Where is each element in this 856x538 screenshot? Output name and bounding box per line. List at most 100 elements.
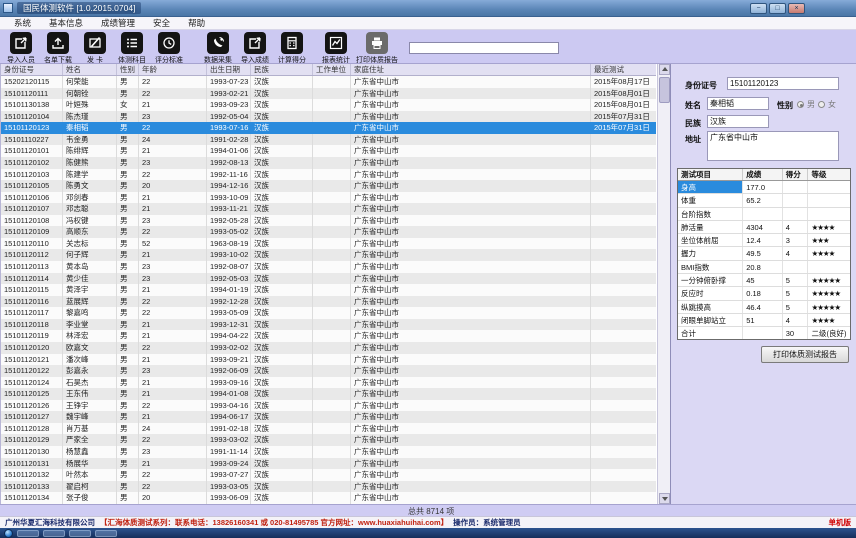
- table-row[interactable]: 15101120121潘次峰男211993-09-21汉族广东省中山市: [1, 354, 656, 366]
- table-row[interactable]: 15101120108冯权键男231992-05-28汉族广东省中山市: [1, 215, 656, 227]
- table-cell: [313, 481, 351, 493]
- table-row[interactable]: 15101120124石昊杰男211993-09-16汉族广东省中山市: [1, 377, 656, 389]
- table-row[interactable]: 15101120110关志标男521963-08-19汉族广东省中山市: [1, 238, 656, 250]
- table-row[interactable]: 15101120126王铮宇男221993-04-16汉族广东省中山市: [1, 400, 656, 412]
- table-row[interactable]: 15101120104陈杰瑾男231992-05-04汉族广东省中山市2015年…: [1, 111, 656, 123]
- scroll-up-icon[interactable]: [659, 64, 670, 75]
- test-row[interactable]: 体重65.2: [678, 194, 850, 207]
- table-cell: 广东省中山市: [351, 423, 591, 435]
- menu-item[interactable]: 安全: [144, 17, 179, 29]
- test-row[interactable]: 身高177.0: [678, 181, 850, 194]
- table-row[interactable]: 15101120109高顺东男221993-05-02汉族广东省中山市: [1, 226, 656, 238]
- search-input[interactable]: [409, 42, 559, 54]
- table-cell: 1993-05-02: [207, 226, 251, 238]
- column-header[interactable]: 性别: [117, 64, 139, 75]
- print-test-report-button[interactable]: 打印体质测试报告: [761, 346, 849, 363]
- table-row[interactable]: 15202120115何荣能男221993-07-23汉族广东省中山市2015年…: [1, 76, 656, 88]
- list-download-button[interactable]: 名单下载: [41, 32, 75, 65]
- id-field[interactable]: 15101120123: [727, 77, 839, 90]
- import-person-button[interactable]: 导入人员: [4, 32, 38, 65]
- gender-male-radio[interactable]: [797, 101, 804, 108]
- scoring-standard-button[interactable]: 评分标准: [152, 32, 186, 65]
- table-row[interactable]: 15101120127魏宇峰男211994-06-17汉族广东省中山市: [1, 411, 656, 423]
- column-header[interactable]: 姓名: [63, 64, 117, 75]
- test-row[interactable]: 肺活量43044★★★★: [678, 221, 850, 234]
- test-row[interactable]: BMI指数20.8: [678, 261, 850, 274]
- test-row[interactable]: 坐位体前屈12.43★★★: [678, 234, 850, 247]
- address-field[interactable]: 广东省中山市: [707, 131, 839, 161]
- table-row[interactable]: 15101130138叶姮殊女211993-09-23汉族广东省中山市2015年…: [1, 99, 656, 111]
- minimize-button[interactable]: −: [750, 3, 767, 14]
- gender-female-radio[interactable]: [818, 101, 825, 108]
- table-row[interactable]: 15101120101陈绯辉男211994-01-06汉族广东省中山市: [1, 145, 656, 157]
- table-cell: [591, 273, 654, 285]
- taskbar-item[interactable]: [95, 530, 117, 537]
- test-row[interactable]: 纵跳摸高46.45★★★★★: [678, 301, 850, 314]
- menu-item[interactable]: 成绩管理: [92, 17, 144, 29]
- table-row[interactable]: 15101120123秦相韬男221993-07-16汉族广东省中山市2015年…: [1, 122, 656, 134]
- start-orb-icon[interactable]: [4, 529, 13, 538]
- scroll-down-icon[interactable]: [659, 493, 670, 504]
- table-row[interactable]: 15101120105陈勇文男201994-12-16汉族广东省中山市: [1, 180, 656, 192]
- table-row[interactable]: 15101120130杨慧鑫男231991-11-14汉族广东省中山市: [1, 446, 656, 458]
- table-row[interactable]: 15101120116蓝展辉男221992-12-28汉族广东省中山市: [1, 296, 656, 308]
- table-row[interactable]: 15101120103陈建学男221992-11-16汉族广东省中山市: [1, 169, 656, 181]
- menu-item[interactable]: 基本信息: [40, 17, 92, 29]
- column-header[interactable]: 身份证号: [1, 64, 63, 75]
- taskbar-item[interactable]: [43, 530, 65, 537]
- table-row[interactable]: 15101120132叶然本男221993-07-27汉族广东省中山市: [1, 469, 656, 481]
- name-field[interactable]: 秦相韬: [707, 97, 769, 110]
- scroll-thumb[interactable]: [659, 77, 670, 103]
- calculate-score-button[interactable]: 计算得分: [275, 32, 309, 65]
- table-row[interactable]: 15101120102陈健熊男231992-08-13汉族广东省中山市: [1, 157, 656, 169]
- column-header[interactable]: 工作单位: [313, 64, 351, 75]
- close-button[interactable]: ×: [788, 3, 805, 14]
- taskbar-item[interactable]: [69, 530, 91, 537]
- table-row[interactable]: 15101120114黄少佳男231992-05-03汉族广东省中山市: [1, 273, 656, 285]
- table-row[interactable]: 15101110227韦金勇男241991-02-28汉族广东省中山市: [1, 134, 656, 146]
- import-scores-button[interactable]: 导入成绩: [238, 32, 272, 65]
- data-collection-button[interactable]: 数据采集: [201, 32, 235, 65]
- test-row[interactable]: 合计30二级(良好): [678, 327, 850, 340]
- table-row[interactable]: 15101120106邓剑春男211993-10-09汉族广东省中山市: [1, 192, 656, 204]
- table-row[interactable]: 15101120133翟启柯男221993-03-05汉族广东省中山市: [1, 481, 656, 493]
- column-header[interactable]: 年龄: [139, 64, 207, 75]
- menu-item[interactable]: 系统: [5, 17, 40, 29]
- taskbar-item[interactable]: [17, 530, 39, 537]
- table-row[interactable]: 15101120129严家全男221993-03-02汉族广东省中山市: [1, 434, 656, 446]
- column-header[interactable]: 民族: [251, 64, 313, 75]
- table-row[interactable]: 15101120117黎嘉鸣男221993-05-09汉族广东省中山市: [1, 307, 656, 319]
- table-row[interactable]: 15101120134张子俊男201993-06-09汉族广东省中山市: [1, 492, 656, 504]
- table-row[interactable]: 15101120122彭嘉永男231992-06-09汉族广东省中山市: [1, 365, 656, 377]
- column-header[interactable]: 最近测试: [591, 64, 654, 75]
- table-row[interactable]: 15101120119林泽宏男211994-04-22汉族广东省中山市: [1, 330, 656, 342]
- table-scrollbar[interactable]: [657, 64, 670, 504]
- table-row[interactable]: 15101120118李业堂男211993-12-31汉族广东省中山市: [1, 319, 656, 331]
- menu-item[interactable]: 帮助: [179, 17, 214, 29]
- table-row[interactable]: 15101120113黄本岛男231992-08-07汉族广东省中山市: [1, 261, 656, 273]
- test-row[interactable]: 台阶指数: [678, 208, 850, 221]
- ethnic-field[interactable]: 汉族: [707, 115, 769, 128]
- table-row[interactable]: 15101120128肖万基男241991-02-18汉族广东省中山市: [1, 423, 656, 435]
- print-physique-report-button[interactable]: 打印体质报告: [356, 32, 398, 65]
- table-cell: 24: [139, 423, 207, 435]
- test-row[interactable]: 闭眼单脚站立514★★★★: [678, 314, 850, 327]
- test-row[interactable]: 握力49.54★★★★: [678, 247, 850, 260]
- table-row[interactable]: 15101120112何子辉男211993-10-02汉族广东省中山市: [1, 249, 656, 261]
- table-row[interactable]: 15101120107邓志聪男211993-11-21汉族广东省中山市: [1, 203, 656, 215]
- table-cell: 22: [139, 434, 207, 446]
- test-subjects-button[interactable]: 体测科目: [115, 32, 149, 65]
- issue-card-button[interactable]: 发 卡: [78, 32, 112, 65]
- table-row[interactable]: 15101120131杨展华男211993-09-24汉族广东省中山市: [1, 458, 656, 470]
- table-row[interactable]: 15101120115黄泽宇男211994-01-19汉族广东省中山市: [1, 284, 656, 296]
- test-row[interactable]: 一分钟俯卧撑455★★★★★: [678, 274, 850, 287]
- table-row[interactable]: 15101120125王东伟男211994-01-08汉族广东省中山市: [1, 388, 656, 400]
- report-stats-button[interactable]: 报表统计: [319, 32, 353, 65]
- maximize-button[interactable]: □: [769, 3, 786, 14]
- table-row[interactable]: 15101120120欧嘉文男221993-02-02汉族广东省中山市: [1, 342, 656, 354]
- table-row[interactable]: 15101120111何朝铨男221993-02-21汉族广东省中山市2015年…: [1, 88, 656, 100]
- column-header[interactable]: 家庭住址: [351, 64, 591, 75]
- test-row[interactable]: 反应时0.185★★★★★: [678, 287, 850, 300]
- column-header[interactable]: 出生日期: [207, 64, 251, 75]
- table-cell: 1994-01-19: [207, 284, 251, 296]
